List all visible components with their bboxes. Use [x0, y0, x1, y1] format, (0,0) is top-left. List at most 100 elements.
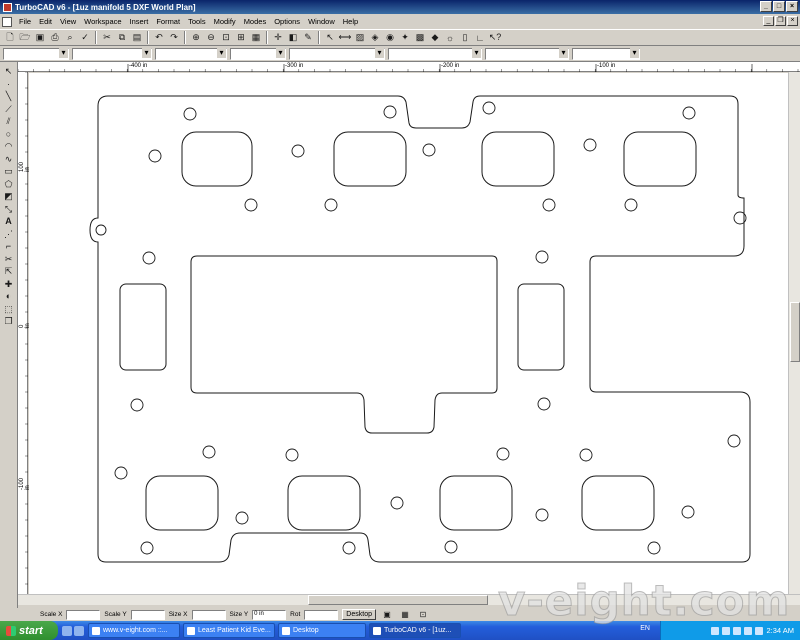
- menu-file[interactable]: File: [15, 17, 35, 26]
- menu-workspace[interactable]: Workspace: [80, 17, 125, 26]
- horizontal-scroll-thumb[interactable]: [308, 595, 488, 605]
- block-tool-icon[interactable]: ⬚: [2, 304, 16, 316]
- clock[interactable]: 2:34 AM: [766, 626, 794, 635]
- pattern-combo[interactable]: [388, 47, 482, 60]
- redo-icon[interactable]: ↷: [167, 31, 181, 45]
- copy-icon[interactable]: ⧉: [115, 31, 129, 45]
- start-button[interactable]: start: [0, 621, 58, 640]
- print-preview-icon[interactable]: ⌕: [63, 31, 77, 45]
- render-icon[interactable]: ◈: [368, 31, 382, 45]
- vertical-scroll-thumb[interactable]: [790, 302, 800, 362]
- horizontal-scrollbar[interactable]: [18, 594, 800, 605]
- tray-icon-5[interactable]: [755, 626, 764, 635]
- snap-icon[interactable]: ✛: [271, 31, 285, 45]
- menu-tools[interactable]: Tools: [184, 17, 210, 26]
- point-tool-icon[interactable]: ·: [2, 79, 16, 91]
- camera-icon[interactable]: ✦: [398, 31, 412, 45]
- undo-icon[interactable]: ↶: [152, 31, 166, 45]
- polyline-tool-icon[interactable]: ⟋: [2, 104, 16, 116]
- menu-help[interactable]: Help: [339, 17, 362, 26]
- vertical-scrollbar[interactable]: [788, 72, 800, 594]
- menu-window[interactable]: Window: [304, 17, 339, 26]
- maximize-button[interactable]: □: [773, 1, 785, 12]
- circle-tool-icon[interactable]: ○: [2, 129, 16, 141]
- language-indicator[interactable]: EN: [640, 625, 650, 632]
- cut-icon[interactable]: ✂: [100, 31, 114, 45]
- task-browser[interactable]: www.v-eight.com ::...: [88, 623, 180, 638]
- dimension-icon[interactable]: ⟷: [338, 31, 352, 45]
- menu-edit[interactable]: Edit: [35, 17, 56, 26]
- redraw-icon[interactable]: ▦: [249, 31, 263, 45]
- task-forum[interactable]: Least Patient Kid Eve...: [183, 623, 275, 638]
- tray-icon-1[interactable]: [711, 626, 720, 635]
- menu-modify[interactable]: Modify: [210, 17, 240, 26]
- drawing-canvas[interactable]: [29, 73, 788, 594]
- tray-icon-3[interactable]: [733, 626, 742, 635]
- zoom-out-icon[interactable]: ⊖: [204, 31, 218, 45]
- tray-icon-4[interactable]: [744, 626, 753, 635]
- layer-combo[interactable]: [3, 47, 69, 60]
- minimize-button[interactable]: _: [760, 1, 772, 12]
- dimension-tool-icon[interactable]: ⤡: [2, 204, 16, 216]
- size-y-field[interactable]: 0 in: [252, 609, 287, 620]
- desktop-tab[interactable]: Desktop: [342, 609, 376, 620]
- doc-minimize-button[interactable]: _: [763, 16, 774, 26]
- print-icon[interactable]: ⎙: [48, 31, 62, 45]
- view-icon[interactable]: ◉: [383, 31, 397, 45]
- new-icon[interactable]: 🗋: [3, 31, 17, 45]
- snap-tool-icon[interactable]: ✚: [2, 279, 16, 291]
- layer-icon[interactable]: ◧: [286, 31, 300, 45]
- paste-icon[interactable]: ▤: [130, 31, 144, 45]
- save-icon[interactable]: ▣: [33, 31, 47, 45]
- extend-tool-icon[interactable]: ⇱: [2, 266, 16, 278]
- doc-close-button[interactable]: ×: [787, 16, 798, 26]
- menu-view[interactable]: View: [56, 17, 80, 26]
- tray-icon-2[interactable]: [722, 626, 731, 635]
- chamfer-tool-icon[interactable]: ⌐: [2, 241, 16, 253]
- turbocad-app-icon[interactable]: [3, 2, 12, 12]
- select-tool-icon[interactable]: ↖: [2, 66, 16, 78]
- task-turbocad[interactable]: TurboCAD v6 - [1uz...: [369, 623, 461, 638]
- zoom-window-icon[interactable]: ⊡: [219, 31, 233, 45]
- symbol-tool-icon[interactable]: ❐: [2, 316, 16, 328]
- grid-icon[interactable]: ▩: [413, 31, 427, 45]
- rectangle-tool-icon[interactable]: ▭: [2, 166, 16, 178]
- parallel-tool-icon[interactable]: ⫽: [2, 116, 16, 128]
- ie-icon[interactable]: [62, 625, 72, 636]
- pointer-icon[interactable]: ↖: [323, 31, 337, 45]
- pen-width-combo[interactable]: [230, 47, 286, 60]
- menu-insert[interactable]: Insert: [126, 17, 153, 26]
- text-tool-icon[interactable]: A: [2, 216, 16, 228]
- zoom-extents-icon[interactable]: ⊞: [234, 31, 248, 45]
- ucs-icon[interactable]: ∟: [473, 31, 487, 45]
- block-icon[interactable]: ◆: [428, 31, 442, 45]
- help-cursor-icon[interactable]: ↖?: [488, 31, 502, 45]
- light-icon[interactable]: ☼: [443, 31, 457, 45]
- status-icon-2[interactable]: ▦: [398, 608, 412, 622]
- hatch-icon[interactable]: ▨: [353, 31, 367, 45]
- size-x-field[interactable]: [191, 609, 226, 620]
- line-tool-icon[interactable]: ╲: [2, 91, 16, 103]
- trim-tool-icon[interactable]: ✂: [2, 254, 16, 266]
- document-icon[interactable]: [2, 16, 12, 27]
- open-icon[interactable]: 🗁: [18, 31, 32, 45]
- fill-tool-icon[interactable]: ◩: [2, 191, 16, 203]
- status-icon-3[interactable]: ⊡: [416, 608, 430, 622]
- task-desktop[interactable]: Desktop: [278, 623, 366, 638]
- zoom-in-icon[interactable]: ⊕: [189, 31, 203, 45]
- scale-combo[interactable]: [572, 47, 640, 60]
- rotation-field[interactable]: [304, 609, 339, 620]
- fill-combo[interactable]: [485, 47, 569, 60]
- menu-format[interactable]: Format: [152, 17, 184, 26]
- line-style-combo[interactable]: [289, 47, 385, 60]
- color-combo[interactable]: [72, 47, 152, 60]
- polygon-tool-icon[interactable]: ⬠: [2, 179, 16, 191]
- menu-modes[interactable]: Modes: [240, 17, 271, 26]
- 3d-tool-icon[interactable]: ◐: [2, 291, 16, 303]
- menu-options[interactable]: Options: [270, 17, 304, 26]
- scale-y-field[interactable]: [130, 609, 165, 620]
- desktop-icon[interactable]: [74, 625, 84, 636]
- doc-restore-button[interactable]: ❐: [775, 16, 786, 26]
- linetype-combo[interactable]: [155, 47, 227, 60]
- brush-icon[interactable]: ✎: [301, 31, 315, 45]
